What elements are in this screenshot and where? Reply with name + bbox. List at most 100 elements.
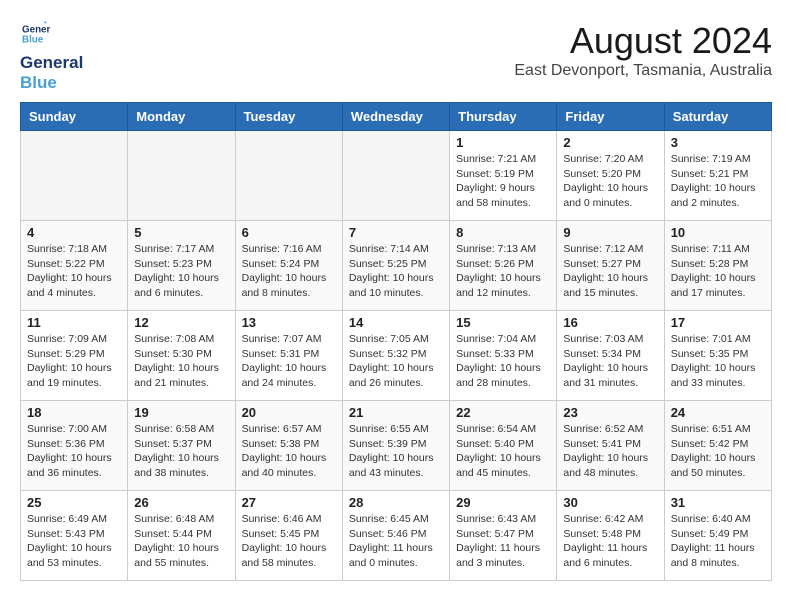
calendar-cell: 30 Sunrise: 6:42 AM Sunset: 5:48 PM Dayli… [557, 491, 664, 581]
day-info: Sunrise: 7:08 AM Sunset: 5:30 PM Dayligh… [134, 332, 228, 391]
day-header-tuesday: Tuesday [235, 103, 342, 131]
day-info: Sunrise: 6:43 AM Sunset: 5:47 PM Dayligh… [456, 512, 550, 571]
day-info: Sunrise: 7:13 AM Sunset: 5:26 PM Dayligh… [456, 242, 550, 301]
day-header-friday: Friday [557, 103, 664, 131]
calendar-cell [235, 131, 342, 221]
calendar-cell: 5 Sunrise: 7:17 AM Sunset: 5:23 PM Daylig… [128, 221, 235, 311]
day-number: 11 [27, 315, 121, 330]
day-info: Sunrise: 6:57 AM Sunset: 5:38 PM Dayligh… [242, 422, 336, 481]
calendar-cell: 27Sunrise: 6:46 AM Sunset: 5:45 PM Dayli… [235, 491, 342, 581]
title-section: August 2024 East Devonport, Tasmania, Au… [514, 20, 772, 80]
day-number: 7 [349, 225, 443, 240]
page-header: General Blue General Blue August 2024 Ea… [20, 20, 772, 92]
day-info: Sunrise: 7:19 AM Sunset: 5:21 PM Dayligh… [671, 152, 765, 211]
calendar-cell: 7 Sunrise: 7:14 AM Sunset: 5:25 PM Daylig… [342, 221, 449, 311]
week-row-1: 1 Sunrise: 7:21 AM Sunset: 5:19 PM Daylig… [21, 131, 772, 221]
calendar-title: August 2024 [514, 20, 772, 62]
calendar-cell: 9Sunrise: 7:12 AM Sunset: 5:27 PM Daylig… [557, 221, 664, 311]
day-header-monday: Monday [128, 103, 235, 131]
day-number: 22 [456, 405, 550, 420]
calendar-cell: 13 Sunrise: 7:07 AM Sunset: 5:31 PM Dayli… [235, 311, 342, 401]
day-number: 14 [349, 315, 443, 330]
calendar-cell: 1 Sunrise: 7:21 AM Sunset: 5:19 PM Daylig… [450, 131, 557, 221]
calendar-cell: 15 Sunrise: 7:04 AM Sunset: 5:33 PM Dayli… [450, 311, 557, 401]
day-header-thursday: Thursday [450, 103, 557, 131]
calendar-header-row: SundayMondayTuesdayWednesdayThursdayFrid… [21, 103, 772, 131]
day-info: Sunrise: 7:01 AM Sunset: 5:35 PM Dayligh… [671, 332, 765, 391]
day-header-saturday: Saturday [664, 103, 771, 131]
week-row-2: 4Sunrise: 7:18 AM Sunset: 5:22 PM Daylig… [21, 221, 772, 311]
calendar-table: SundayMondayTuesdayWednesdayThursdayFrid… [20, 102, 772, 581]
calendar-cell: 18Sunrise: 7:00 AM Sunset: 5:36 PM Dayli… [21, 401, 128, 491]
day-number: 31 [671, 495, 765, 510]
calendar-cell: 10Sunrise: 7:11 AM Sunset: 5:28 PM Dayli… [664, 221, 771, 311]
calendar-cell: 28 Sunrise: 6:45 AM Sunset: 5:46 PM Dayli… [342, 491, 449, 581]
day-number: 15 [456, 315, 550, 330]
calendar-cell: 12 Sunrise: 7:08 AM Sunset: 5:30 PM Dayli… [128, 311, 235, 401]
logo-blue: Blue [20, 73, 83, 93]
day-info: Sunrise: 7:21 AM Sunset: 5:19 PM Dayligh… [456, 152, 550, 211]
day-info: Sunrise: 7:03 AM Sunset: 5:34 PM Dayligh… [563, 332, 657, 391]
day-info: Sunrise: 7:04 AM Sunset: 5:33 PM Dayligh… [456, 332, 550, 391]
calendar-cell [342, 131, 449, 221]
calendar-cell: 6 Sunrise: 7:16 AM Sunset: 5:24 PM Daylig… [235, 221, 342, 311]
calendar-cell: 20Sunrise: 6:57 AM Sunset: 5:38 PM Dayli… [235, 401, 342, 491]
calendar-cell: 14 Sunrise: 7:05 AM Sunset: 5:32 PM Dayli… [342, 311, 449, 401]
day-info: Sunrise: 7:07 AM Sunset: 5:31 PM Dayligh… [242, 332, 336, 391]
day-info: Sunrise: 7:14 AM Sunset: 5:25 PM Dayligh… [349, 242, 443, 301]
calendar-cell: 19Sunrise: 6:58 AM Sunset: 5:37 PM Dayli… [128, 401, 235, 491]
day-number: 19 [134, 405, 228, 420]
day-number: 21 [349, 405, 443, 420]
day-number: 18 [27, 405, 121, 420]
calendar-subtitle: East Devonport, Tasmania, Australia [514, 62, 772, 80]
day-info: Sunrise: 7:20 AM Sunset: 5:20 PM Dayligh… [563, 152, 657, 211]
day-number: 6 [242, 225, 336, 240]
day-number: 1 [456, 135, 550, 150]
logo-icon: General Blue [22, 20, 50, 48]
day-info: Sunrise: 7:11 AM Sunset: 5:28 PM Dayligh… [671, 242, 765, 301]
calendar-cell: 26 Sunrise: 6:48 AM Sunset: 5:44 PM Dayli… [128, 491, 235, 581]
day-info: Sunrise: 7:05 AM Sunset: 5:32 PM Dayligh… [349, 332, 443, 391]
day-info: Sunrise: 6:55 AM Sunset: 5:39 PM Dayligh… [349, 422, 443, 481]
day-number: 30 [563, 495, 657, 510]
day-info: Sunrise: 6:54 AM Sunset: 5:40 PM Dayligh… [456, 422, 550, 481]
logo-general: General [20, 53, 83, 73]
day-info: Sunrise: 7:16 AM Sunset: 5:24 PM Dayligh… [242, 242, 336, 301]
day-info: Sunrise: 6:52 AM Sunset: 5:41 PM Dayligh… [563, 422, 657, 481]
day-info: Sunrise: 6:45 AM Sunset: 5:46 PM Dayligh… [349, 512, 443, 571]
day-number: 23 [563, 405, 657, 420]
calendar-cell: 3Sunrise: 7:19 AM Sunset: 5:21 PM Daylig… [664, 131, 771, 221]
day-number: 13 [242, 315, 336, 330]
svg-text:Blue: Blue [22, 34, 44, 45]
day-info: Sunrise: 6:48 AM Sunset: 5:44 PM Dayligh… [134, 512, 228, 571]
day-info: Sunrise: 7:09 AM Sunset: 5:29 PM Dayligh… [27, 332, 121, 391]
calendar-cell: 24 Sunrise: 6:51 AM Sunset: 5:42 PM Dayli… [664, 401, 771, 491]
day-number: 9 [563, 225, 657, 240]
day-number: 8 [456, 225, 550, 240]
day-header-sunday: Sunday [21, 103, 128, 131]
day-number: 24 [671, 405, 765, 420]
day-info: Sunrise: 7:17 AM Sunset: 5:23 PM Dayligh… [134, 242, 228, 301]
calendar-cell: 31 Sunrise: 6:40 AM Sunset: 5:49 PM Dayli… [664, 491, 771, 581]
day-number: 25 [27, 495, 121, 510]
day-header-wednesday: Wednesday [342, 103, 449, 131]
calendar-cell: 17 Sunrise: 7:01 AM Sunset: 5:35 PM Dayli… [664, 311, 771, 401]
day-number: 26 [134, 495, 228, 510]
calendar-cell: 4Sunrise: 7:18 AM Sunset: 5:22 PM Daylig… [21, 221, 128, 311]
calendar-cell [21, 131, 128, 221]
week-row-5: 25Sunrise: 6:49 AM Sunset: 5:43 PM Dayli… [21, 491, 772, 581]
day-number: 17 [671, 315, 765, 330]
day-info: Sunrise: 6:42 AM Sunset: 5:48 PM Dayligh… [563, 512, 657, 571]
calendar-cell: 8 Sunrise: 7:13 AM Sunset: 5:26 PM Daylig… [450, 221, 557, 311]
logo: General Blue General Blue [20, 20, 83, 92]
day-number: 16 [563, 315, 657, 330]
day-number: 28 [349, 495, 443, 510]
calendar-cell: 23 Sunrise: 6:52 AM Sunset: 5:41 PM Dayli… [557, 401, 664, 491]
day-info: Sunrise: 6:40 AM Sunset: 5:49 PM Dayligh… [671, 512, 765, 571]
day-info: Sunrise: 7:18 AM Sunset: 5:22 PM Dayligh… [27, 242, 121, 301]
day-info: Sunrise: 6:51 AM Sunset: 5:42 PM Dayligh… [671, 422, 765, 481]
calendar-cell: 22 Sunrise: 6:54 AM Sunset: 5:40 PM Dayli… [450, 401, 557, 491]
calendar-cell [128, 131, 235, 221]
day-number: 12 [134, 315, 228, 330]
day-number: 5 [134, 225, 228, 240]
